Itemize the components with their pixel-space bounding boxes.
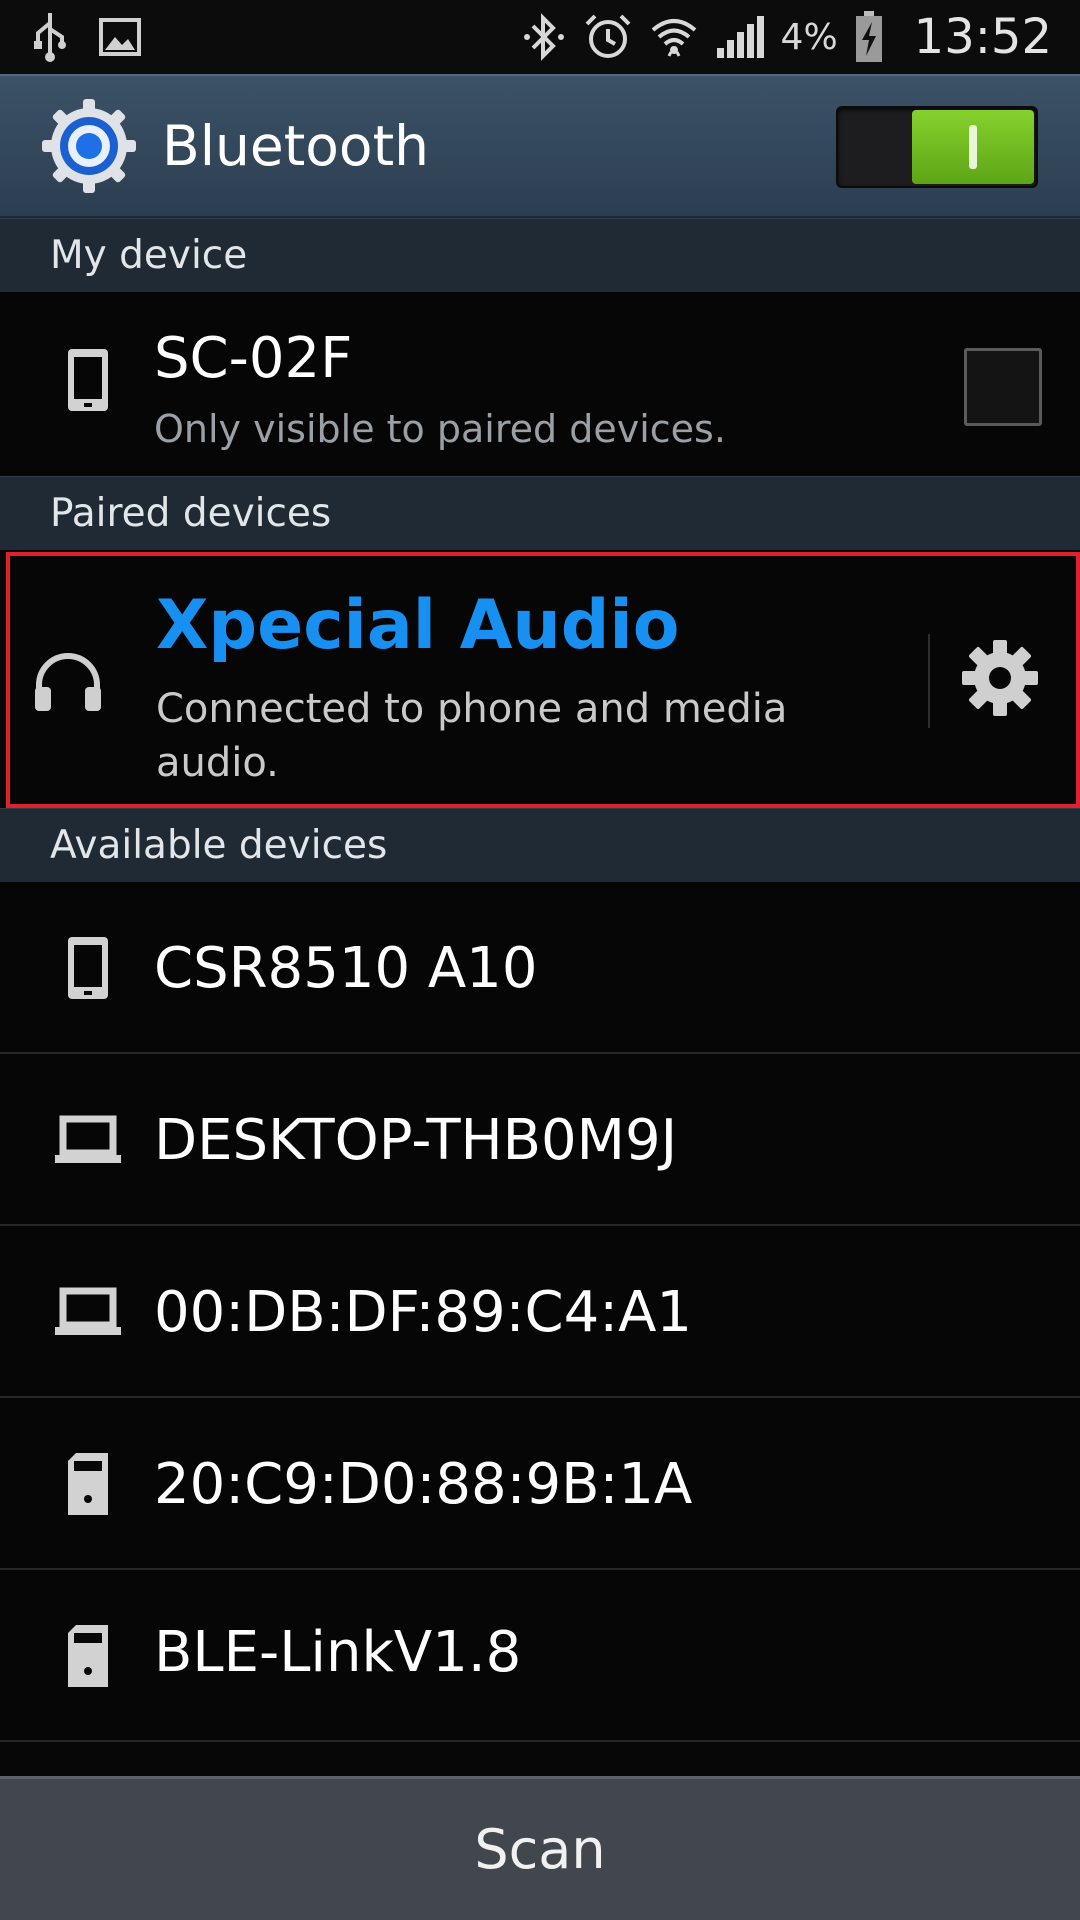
visibility-checkbox[interactable] xyxy=(964,348,1042,426)
available-device-row[interactable]: 00:DB:DF:89:C4:A1 xyxy=(0,1226,1080,1398)
my-device-name: SC-02F xyxy=(154,326,353,391)
status-bar: 4% 13:52 xyxy=(0,0,1080,74)
my-device-visibility: Only visible to paired devices. xyxy=(154,407,726,451)
section-header-available: Available devices xyxy=(0,808,1080,882)
available-device-row[interactable]: 20:C9:D0:88:9B:1A xyxy=(0,1398,1080,1570)
available-device-name: BLE-LinkV1.8 xyxy=(154,1620,522,1685)
bluetooth-toggle[interactable] xyxy=(836,106,1038,188)
available-device-name: 00:DB:DF:89:C4:A1 xyxy=(154,1280,693,1345)
alarm-icon xyxy=(583,12,633,62)
available-device-row[interactable]: DESKTOP-THB0M9J xyxy=(0,1054,1080,1226)
gear-icon[interactable] xyxy=(960,638,1040,718)
laptop-icon xyxy=(52,1104,124,1176)
my-device-row[interactable]: SC-02F Only visible to paired devices. xyxy=(0,292,1080,476)
toggle-thumb xyxy=(912,110,1034,184)
headphones-icon xyxy=(32,646,104,718)
phone-icon xyxy=(52,344,124,416)
bluetooth-icon xyxy=(521,12,567,62)
available-device-row[interactable]: CSR8510 A10 xyxy=(0,882,1080,1054)
generic-device-icon xyxy=(52,1448,124,1520)
clock: 13:52 xyxy=(913,9,1052,65)
paired-device-row[interactable]: Xpecial Audio Connected to phone and med… xyxy=(6,552,1080,808)
section-header-my-device: My device xyxy=(0,218,1080,292)
bluetooth-settings-screen: 4% 13:52 Bluetooth My device SC-02F Only… xyxy=(0,0,1080,1920)
wifi-icon xyxy=(649,12,699,62)
scan-button[interactable]: Scan xyxy=(0,1776,1080,1920)
phone-icon xyxy=(52,932,124,1004)
divider xyxy=(928,634,930,728)
laptop-icon xyxy=(52,1276,124,1348)
paired-device-name: Xpecial Audio xyxy=(156,586,680,665)
available-device-row[interactable]: BLE-LinkV1.8 xyxy=(0,1570,1080,1742)
available-device-name: CSR8510 A10 xyxy=(154,936,538,1001)
battery-icon xyxy=(854,10,884,64)
generic-device-icon xyxy=(52,1620,124,1692)
available-device-name: DESKTOP-THB0M9J xyxy=(154,1108,678,1173)
action-bar: Bluetooth xyxy=(0,74,1080,218)
usb-icon xyxy=(30,11,70,63)
available-device-name: 20:C9:D0:88:9B:1A xyxy=(154,1452,693,1517)
page-title: Bluetooth xyxy=(162,114,429,178)
bluetooth-settings-gear-icon xyxy=(40,97,138,195)
image-icon xyxy=(98,17,142,57)
signal-icon xyxy=(715,14,765,60)
section-header-paired: Paired devices xyxy=(0,476,1080,550)
paired-device-status: Connected to phone and media audio. xyxy=(156,686,788,786)
battery-percent: 4% xyxy=(780,16,838,58)
